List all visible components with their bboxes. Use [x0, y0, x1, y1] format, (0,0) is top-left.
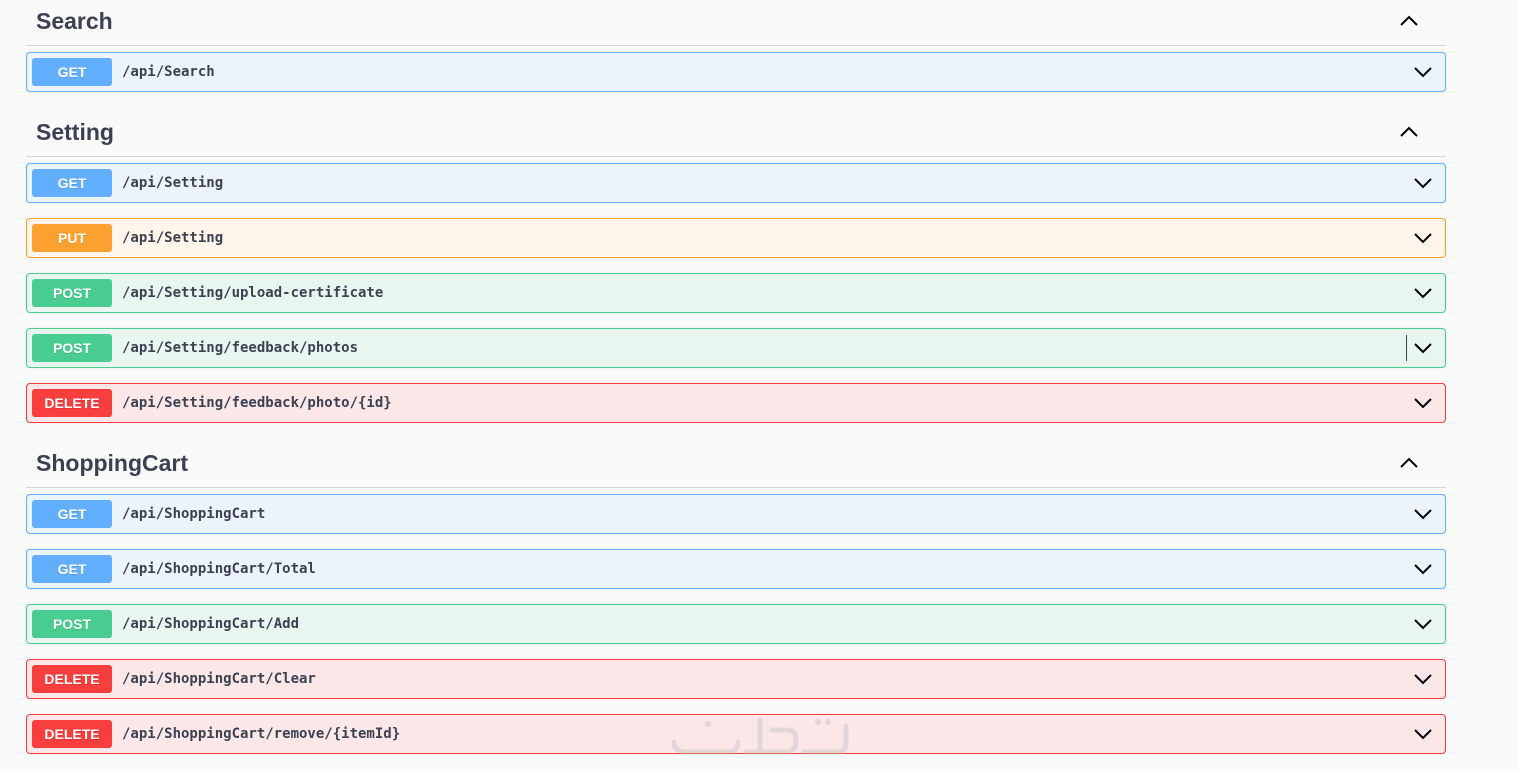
- chevron-down-icon[interactable]: [1413, 64, 1433, 80]
- operation-path: /api/ShoppingCart/remove/{itemId}: [122, 726, 401, 742]
- operation-get-search[interactable]: GET /api/Search: [26, 52, 1446, 92]
- chevron-up-icon[interactable]: [1398, 123, 1420, 141]
- method-badge: GET: [32, 500, 112, 528]
- operation-post-feedback-photos[interactable]: POST /api/Setting/feedback/photos: [26, 328, 1446, 368]
- chevron-down-icon[interactable]: [1413, 175, 1433, 191]
- method-badge: PUT: [32, 224, 112, 252]
- swagger-page: Search GET /api/Search Setting GET /api/…: [0, 0, 1519, 771]
- method-badge: GET: [32, 58, 112, 86]
- method-badge: DELETE: [32, 389, 112, 417]
- section-title: ShoppingCart: [36, 450, 189, 476]
- chevron-down-icon[interactable]: [1413, 285, 1433, 301]
- chevron-down-icon[interactable]: [1413, 561, 1433, 577]
- method-badge: DELETE: [32, 720, 112, 748]
- divider: [1406, 335, 1407, 361]
- section-title: Search: [36, 8, 113, 34]
- method-badge: GET: [32, 169, 112, 197]
- chevron-down-icon[interactable]: [1413, 671, 1433, 687]
- chevron-up-icon[interactable]: [1398, 12, 1420, 30]
- operation-get-setting[interactable]: GET /api/Setting: [26, 163, 1446, 203]
- operation-path: /api/Search: [122, 64, 215, 80]
- chevron-down-icon[interactable]: [1413, 395, 1433, 411]
- section-setting: Setting GET /api/Setting PUT /api/Settin…: [26, 111, 1446, 423]
- watermark-logo: [671, 717, 849, 755]
- chevron-down-icon[interactable]: [1413, 340, 1433, 356]
- operation-path: /api/ShoppingCart: [122, 506, 266, 522]
- operation-path: /api/Setting/feedback/photo/{id}: [122, 395, 392, 411]
- chevron-down-icon[interactable]: [1413, 506, 1433, 522]
- section-header[interactable]: ShoppingCart: [26, 442, 1446, 488]
- chevron-down-icon[interactable]: [1413, 616, 1433, 632]
- operation-path: /api/Setting/feedback/photos: [122, 340, 359, 356]
- operation-delete-feedback-photo[interactable]: DELETE /api/Setting/feedback/photo/{id}: [26, 383, 1446, 423]
- operation-get-shoppingcart[interactable]: GET /api/ShoppingCart: [26, 494, 1446, 534]
- section-shoppingcart: ShoppingCart GET /api/ShoppingCart GET /…: [26, 442, 1446, 754]
- section-header[interactable]: Setting: [26, 111, 1446, 157]
- operation-path: /api/ShoppingCart/Total: [122, 561, 316, 577]
- operation-path: /api/Setting/upload-certificate: [122, 285, 384, 301]
- section-header[interactable]: Search: [26, 0, 1446, 46]
- operation-put-setting[interactable]: PUT /api/Setting: [26, 218, 1446, 258]
- operation-path: /api/Setting: [122, 175, 224, 191]
- chevron-down-icon[interactable]: [1413, 726, 1433, 742]
- method-badge: POST: [32, 279, 112, 307]
- method-badge: DELETE: [32, 665, 112, 693]
- chevron-down-icon[interactable]: [1413, 230, 1433, 246]
- section-search: Search GET /api/Search: [26, 0, 1446, 92]
- method-badge: POST: [32, 610, 112, 638]
- section-title: Setting: [36, 119, 114, 145]
- operation-post-upload-certificate[interactable]: POST /api/Setting/upload-certificate: [26, 273, 1446, 313]
- method-badge: GET: [32, 555, 112, 583]
- method-badge: POST: [32, 334, 112, 362]
- chevron-up-icon[interactable]: [1398, 454, 1420, 472]
- operation-path: /api/ShoppingCart/Clear: [122, 671, 316, 687]
- operation-path: /api/Setting: [122, 230, 224, 246]
- operation-get-shoppingcart-total[interactable]: GET /api/ShoppingCart/Total: [26, 549, 1446, 589]
- operation-post-shoppingcart-add[interactable]: POST /api/ShoppingCart/Add: [26, 604, 1446, 644]
- operation-path: /api/ShoppingCart/Add: [122, 616, 300, 632]
- operation-delete-shoppingcart-clear[interactable]: DELETE /api/ShoppingCart/Clear: [26, 659, 1446, 699]
